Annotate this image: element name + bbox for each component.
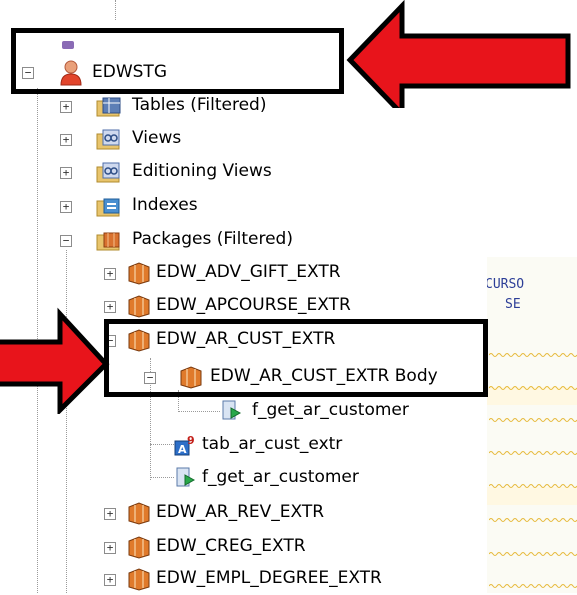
type-icon: A9 — [174, 433, 198, 457]
warning-squiggle — [489, 552, 577, 556]
packages-folder-icon — [96, 228, 122, 252]
warning-squiggle — [489, 418, 577, 422]
highlight-box-schema — [11, 28, 344, 94]
tree-node-packages[interactable]: − Packages (Filtered) — [60, 227, 360, 253]
warning-squiggle — [489, 518, 577, 522]
tree-node-label: Tables (Filtered) — [132, 95, 267, 115]
tree-node-package-edw-ar-rev-extr[interactable]: + EDW_AR_REV_EXTR — [104, 500, 424, 526]
tree-guide-line — [150, 444, 174, 445]
tree-node-tables[interactable]: + Tables (Filtered) — [60, 93, 320, 119]
tree-node-package-edw-apcourse-extr[interactable]: + EDW_APCOURSE_EXTR — [104, 293, 424, 319]
svg-text:9: 9 — [187, 434, 195, 447]
expand-toggle[interactable]: + — [104, 268, 116, 280]
tree-node-label: f_get_ar_customer — [252, 400, 409, 420]
package-icon — [126, 261, 152, 285]
tree-node-package-edw-empl-degree-extr[interactable]: + EDW_EMPL_DEGREE_EXTR — [104, 566, 444, 592]
tree-node-label: EDW_ADV_GIFT_EXTR — [156, 262, 341, 282]
indexes-folder-icon — [96, 194, 122, 218]
annotation-arrow-left — [346, 0, 571, 108]
tree-node-function-f-get-ar-customer[interactable]: f_get_ar_customer — [174, 465, 434, 491]
tree-node-label: EDW_CREG_EXTR — [156, 536, 306, 556]
tree-node-views[interactable]: + Views — [60, 126, 320, 152]
package-icon — [126, 501, 152, 525]
tree-node-function-f-get-ar-customer-body[interactable]: f_get_ar_customer — [220, 398, 460, 424]
expand-toggle[interactable]: + — [104, 508, 116, 520]
code-line: SE — [505, 297, 521, 312]
tree-node-package-edw-creg-extr[interactable]: + EDW_CREG_EXTR — [104, 534, 424, 560]
function-icon — [220, 399, 244, 423]
tree-node-package-edw-adv-gift-extr[interactable]: + EDW_ADV_GIFT_EXTR — [104, 260, 424, 286]
package-icon — [126, 567, 152, 591]
tree-node-label: Indexes — [132, 195, 198, 215]
code-line: CURSO — [487, 277, 525, 292]
expand-toggle[interactable]: + — [60, 201, 72, 213]
package-icon — [126, 294, 152, 318]
warning-squiggle — [489, 484, 577, 488]
svg-text:A: A — [178, 443, 187, 456]
expand-toggle[interactable]: + — [104, 542, 116, 554]
tree-node-label: EDW_AR_REV_EXTR — [156, 502, 325, 522]
tree-node-label: EDW_EMPL_DEGREE_EXTR — [156, 568, 382, 588]
tree-guide-line — [115, 0, 116, 20]
tree-node-editioning-views[interactable]: + Editioning Views — [60, 159, 320, 185]
views-folder-icon — [96, 127, 122, 151]
expand-toggle[interactable]: + — [104, 574, 116, 586]
code-editor-panel[interactable]: CURSO SE — [487, 257, 577, 593]
tables-folder-icon — [96, 94, 122, 118]
tree-guide-line — [178, 411, 220, 412]
expand-toggle[interactable]: + — [60, 167, 72, 179]
annotation-arrow-right — [0, 307, 110, 414]
tree-node-label: tab_ar_cust_extr — [202, 434, 343, 454]
package-icon — [126, 535, 152, 559]
editor-current-line — [487, 487, 577, 505]
tree-node-label: Editioning Views — [132, 161, 272, 181]
editioning-views-folder-icon — [96, 160, 122, 184]
function-icon — [174, 466, 198, 490]
tree-node-type-tab-ar-cust-extr[interactable]: A9 tab_ar_cust_extr — [174, 432, 434, 458]
tree-node-label: Views — [132, 128, 182, 148]
tree-node-label: Packages (Filtered) — [132, 229, 293, 249]
tree-node-label: f_get_ar_customer — [202, 467, 359, 487]
expand-toggle[interactable]: + — [60, 101, 72, 113]
tree-guide-line — [66, 250, 67, 593]
warning-squiggle — [489, 353, 577, 357]
warning-squiggle — [489, 451, 577, 455]
tree-node-label: EDW_APCOURSE_EXTR — [156, 295, 351, 315]
highlight-box-package — [104, 319, 488, 397]
warning-squiggle — [489, 584, 577, 588]
warning-squiggle — [489, 386, 577, 390]
expand-toggle[interactable]: + — [60, 134, 72, 146]
tree-guide-line — [150, 477, 174, 478]
tree-node-indexes[interactable]: + Indexes — [60, 193, 320, 219]
collapse-toggle[interactable]: − — [60, 235, 72, 247]
